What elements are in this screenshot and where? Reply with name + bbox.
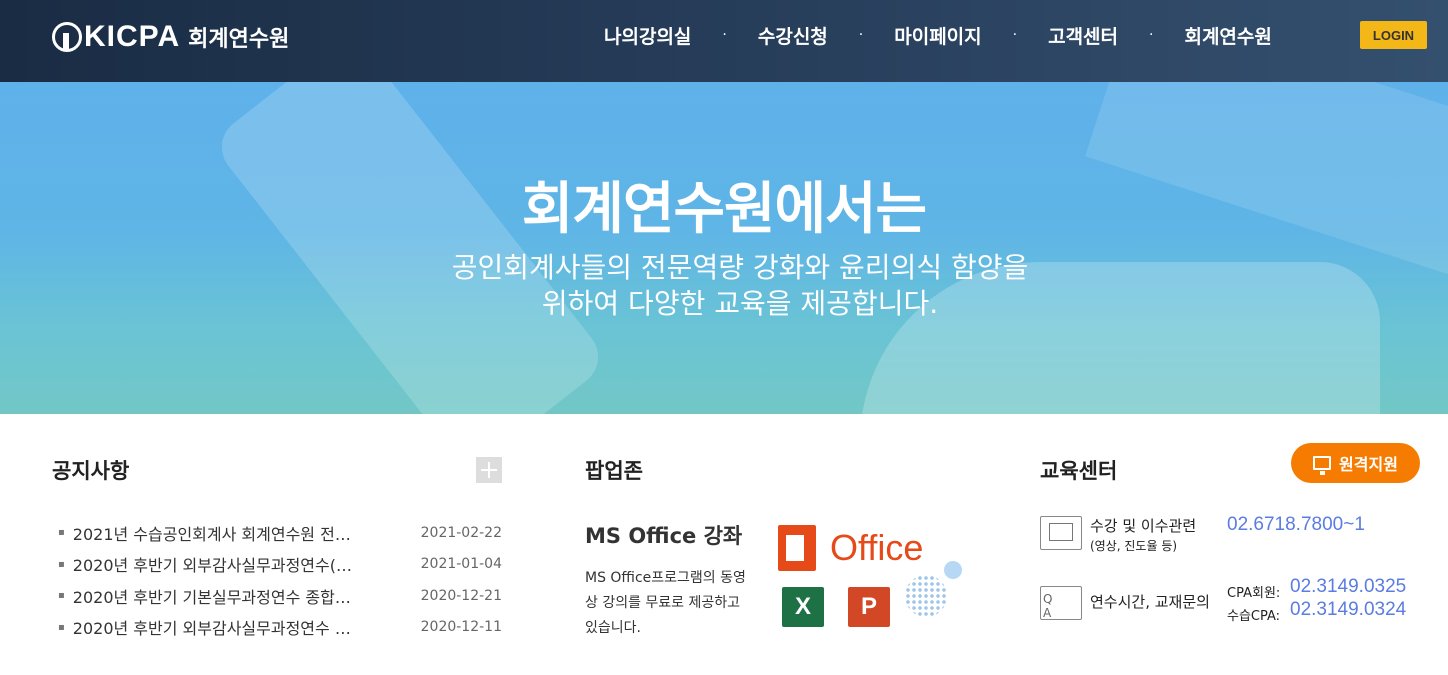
edu-row2-label: 연수시간, 교재문의 (1090, 593, 1210, 611)
monitor-icon (1313, 456, 1332, 475)
popup-zone-title: 팝업존 (585, 459, 643, 483)
nav-separator: · (1149, 27, 1154, 43)
office-logo-text: Office (830, 527, 924, 568)
office-icon (778, 525, 816, 571)
notice-row-title: 2020년 후반기 외부감사실무과정연수 … (72, 619, 351, 639)
notice-row[interactable]: ▪ 2020년 후반기 외부감사실무과정연수 … 2020-12-11 (58, 612, 508, 644)
notice-title: 공지사항 (52, 459, 130, 483)
site-header: KICPA 회계연수원 나의강의실 · 수강신청 · 마이페이지 · 고객센터 … (0, 0, 1448, 82)
edu-center-title: 교육센터 (1040, 459, 1118, 483)
nav-customer-center[interactable]: 고객센터 (1044, 22, 1122, 49)
hero-banner: 회계연수원에서는 공인회계사들의 전문역량 강화와 윤리의식 함양을 위하여 다… (0, 82, 1448, 414)
lecture-icon (1040, 516, 1082, 550)
edu-row1-label: 수강 및 이수관련 (1090, 517, 1197, 535)
trainee-cpa-label: 수습CPA: (1227, 609, 1281, 624)
notice-more-icon[interactable] (476, 457, 502, 483)
nav-mypage[interactable]: 마이페이지 (890, 22, 985, 49)
notice-row[interactable]: ▪ 2021년 수습공인회계사 회계연수원 전… 2021-02-22 (58, 517, 508, 549)
popup-course-description: MS Office프로그램의 동영상 강의를 무료로 제공하고 있습니다. (585, 570, 746, 636)
office-logo[interactable]: Office (778, 525, 923, 571)
nav-institute[interactable]: 회계연수원 (1180, 22, 1275, 49)
nav-separator: · (1012, 27, 1018, 43)
powerpoint-icon: P (848, 587, 890, 627)
dot-pattern-decoration (905, 575, 947, 617)
remote-support-button[interactable]: 원격지원 (1291, 443, 1420, 483)
qa-icon (1040, 586, 1082, 620)
main-nav: 나의강의실 · 수강신청 · 마이페이지 · 고객센터 · 회계연수원 (600, 0, 1276, 70)
login-button[interactable]: LOGIN (1360, 21, 1427, 49)
circle-decoration (944, 561, 962, 579)
logo-subtitle: 회계연수원 (188, 27, 290, 52)
notice-row-date: 2021-01-04 (420, 556, 502, 573)
hero-decoration (209, 82, 611, 414)
bullet-icon: ▪ (58, 590, 65, 602)
logo-mark-icon (52, 22, 82, 52)
nav-separator: · (722, 27, 727, 43)
hero-title: 회계연수원에서는 (521, 177, 927, 242)
hero-subtitle: 공인회계사들의 전문역량 강화와 윤리의식 함양을 위하여 다양한 교육을 제공… (0, 250, 1448, 322)
edu-row1-sub: (영상, 진도율 등) (1090, 539, 1178, 553)
nav-enroll[interactable]: 수강신청 (754, 22, 832, 49)
hero-subtitle-line2: 위하여 다양한 교육을 제공합니다. (541, 287, 939, 320)
hero-subtitle-line1: 공인회계사들의 전문역량 강화와 윤리의식 함양을 (451, 251, 1029, 284)
nav-my-classroom[interactable]: 나의강의실 (600, 22, 695, 49)
cpa-member-label: CPA회원: (1227, 586, 1281, 601)
notice-row-date: 2021-02-22 (420, 524, 502, 541)
notice-row[interactable]: ▪ 2020년 후반기 기본실무과정연수 종합… 2020-12-21 (58, 580, 508, 612)
bullet-icon: ▪ (58, 621, 65, 633)
remote-support-label: 원격지원 (1339, 455, 1398, 474)
cpa-member-phone: 02.3149.0325 (1290, 576, 1407, 597)
notice-row[interactable]: ▪ 2020년 후반기 외부감사실무과정연수(… 2021-01-04 (58, 549, 508, 581)
logo-text: KICPA (84, 20, 181, 53)
excel-icon: X (782, 587, 824, 627)
nav-separator: · (858, 27, 864, 43)
edu-row1-phone: 02.6718.7800~1 (1227, 514, 1365, 535)
notice-list: ▪ 2021년 수습공인회계사 회계연수원 전… 2021-02-22 ▪ 2020… (58, 517, 508, 643)
bullet-icon: ▪ (58, 558, 65, 570)
popup-course-title[interactable]: MS Office 강좌 (585, 520, 742, 550)
notice-row-date: 2020-12-11 (420, 619, 502, 636)
bullet-icon: ▪ (58, 527, 65, 539)
notice-row-title: 2020년 후반기 외부감사실무과정연수(… (72, 556, 352, 576)
notice-row-title: 2021년 수습공인회계사 회계연수원 전… (72, 524, 351, 544)
notice-row-date: 2020-12-21 (420, 587, 502, 604)
trainee-cpa-phone: 02.3149.0324 (1290, 599, 1407, 620)
site-logo[interactable]: KICPA 회계연수원 (52, 12, 289, 62)
notice-row-title: 2020년 후반기 기본실무과정연수 종합… (72, 587, 351, 607)
